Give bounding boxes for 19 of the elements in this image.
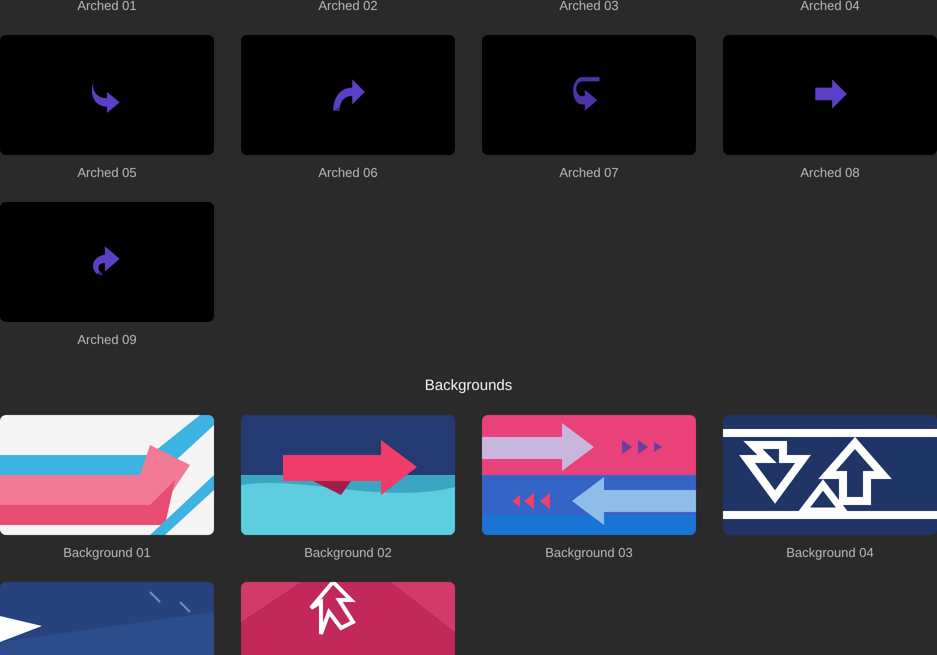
thumbnail-label: Arched 05 xyxy=(77,165,137,181)
thumbnail-label: Arched 06 xyxy=(318,165,378,181)
thumbnail-label: Background 01 xyxy=(63,545,151,561)
thumbnail[interactable] xyxy=(0,35,214,155)
thumbnail[interactable] xyxy=(241,35,455,155)
thumbnail-label: Arched 03 xyxy=(559,0,619,12)
thumbnail[interactable] xyxy=(482,35,696,155)
thumbnail-label: Arched 08 xyxy=(800,165,860,181)
thumbnail[interactable] xyxy=(723,35,937,155)
thumbnail-label: Arched 02 xyxy=(318,0,378,12)
thumbnail[interactable] xyxy=(0,202,214,322)
thumbnail-label: Arched 01 xyxy=(77,0,137,12)
thumbnail-label: Arched 09 xyxy=(77,332,137,348)
thumbnail-label: Background 04 xyxy=(786,545,874,561)
thumbnail-label: Arched 07 xyxy=(559,165,619,181)
thumbnail-label: Background 02 xyxy=(304,545,392,561)
thumbnail-label: Background 03 xyxy=(545,545,633,561)
thumbnail-label: Arched 04 xyxy=(800,0,860,12)
section-title: Backgrounds xyxy=(424,378,512,394)
